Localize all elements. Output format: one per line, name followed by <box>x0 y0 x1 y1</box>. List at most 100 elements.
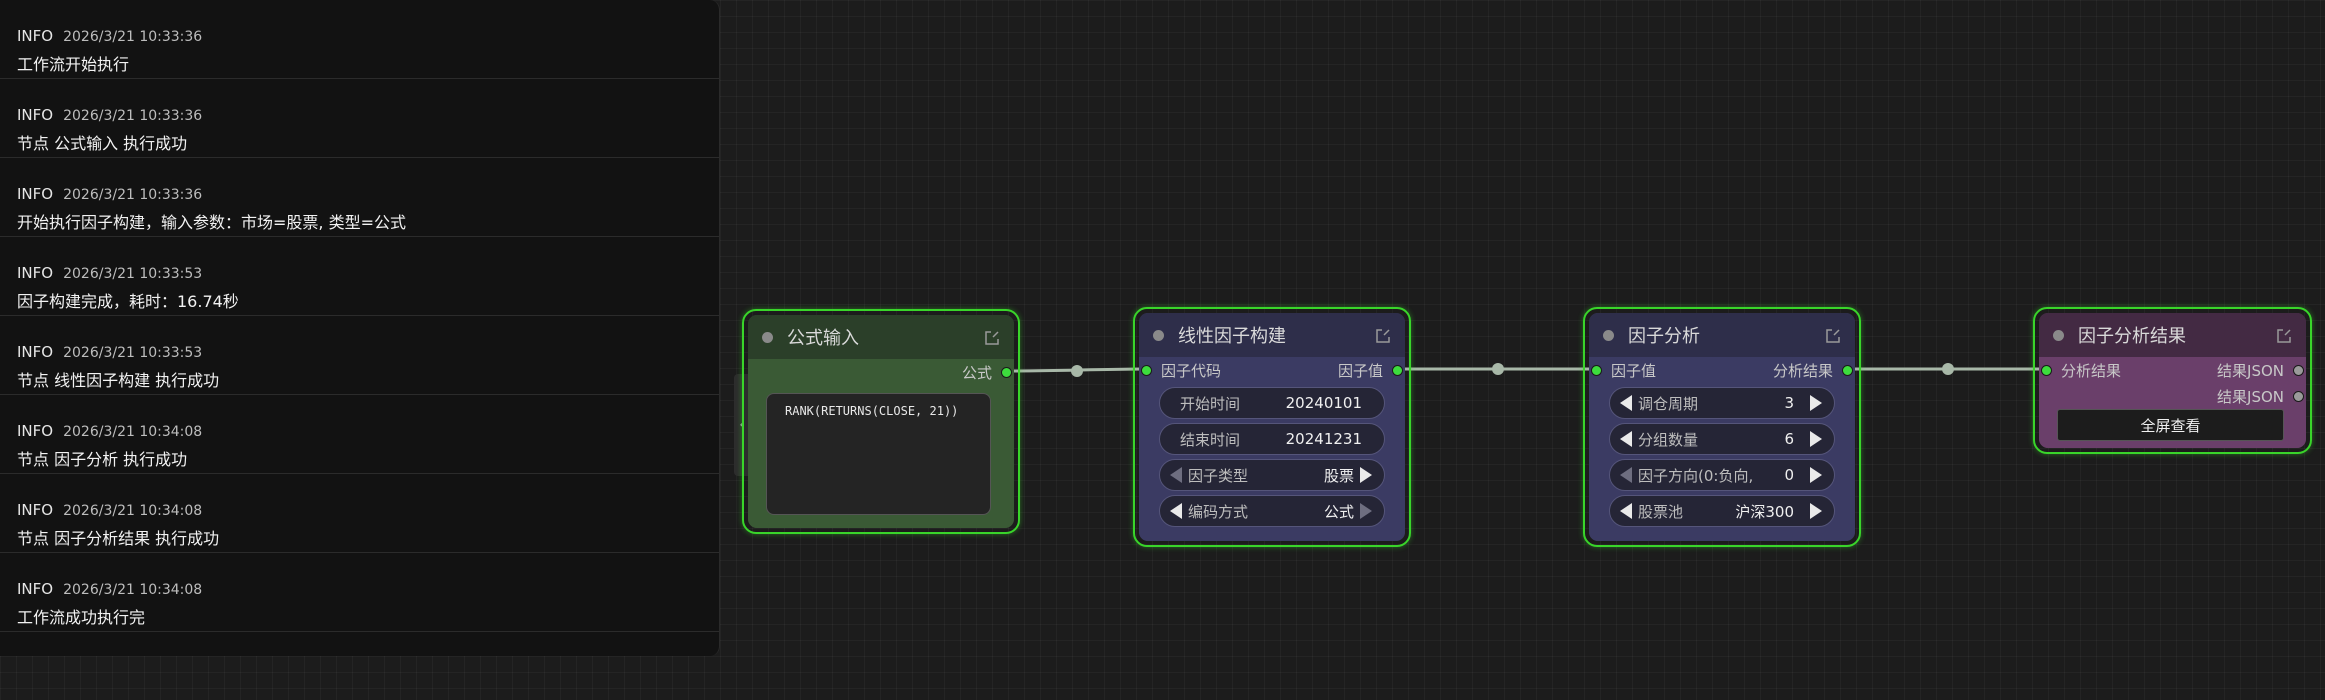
log-level: INFO <box>17 343 54 361</box>
log-header: INFO 2026/3/21 10:33:36 <box>17 105 719 126</box>
log-header: INFO 2026/3/21 10:34:08 <box>17 421 719 442</box>
log-level: INFO <box>17 422 54 440</box>
log-list: INFO 2026/3/21 10:33:36 工作流开始执行 INFO 2026/3/… <box>0 0 719 632</box>
stock-pool-combo[interactable]: 股票池 沪深300 <box>1609 495 1835 527</box>
node-title: 因子分析结果 <box>2078 326 2186 347</box>
log-entry: INFO 2026/3/21 10:34:08 节点 因子分析结果 执行成功 <box>0 474 719 553</box>
log-header: INFO 2026/3/21 10:33:53 <box>17 342 719 363</box>
edit-icon[interactable] <box>2276 328 2292 344</box>
arrow-right-icon[interactable] <box>1360 503 1372 519</box>
input-socket[interactable] <box>2041 365 2052 376</box>
arrow-left-icon[interactable] <box>1170 503 1182 519</box>
node-title: 线性因子构建 <box>1178 326 1286 347</box>
log-header: INFO 2026/3/21 10:34:08 <box>17 579 719 600</box>
log-timestamp: 2026/3/21 10:34:08 <box>63 503 203 519</box>
node-title: 公式输入 <box>787 328 859 349</box>
log-timestamp: 2026/3/21 10:33:36 <box>63 187 203 203</box>
arrow-right-icon[interactable] <box>1360 467 1372 483</box>
input-socket[interactable] <box>1141 365 1152 376</box>
input-socket[interactable] <box>1591 365 1602 376</box>
node-header[interactable]: 因子分析 <box>1589 313 1855 357</box>
formula-textarea[interactable]: RANK(RETURNS(CLOSE, 21)) <box>766 393 991 515</box>
log-entry: INFO 2026/3/21 10:33:36 节点 公式输入 执行成功 <box>0 79 719 158</box>
output-socket[interactable] <box>1842 365 1853 376</box>
log-timestamp: 2026/3/21 10:33:53 <box>63 266 203 282</box>
log-message: 节点 公式输入 执行成功 <box>17 134 188 153</box>
log-level: INFO <box>17 27 54 45</box>
output-socket-2[interactable] <box>2293 391 2304 402</box>
status-dot <box>1603 329 1614 341</box>
output-label-1: 结果JSON <box>2217 362 2284 380</box>
log-message: 节点 线性因子构建 执行成功 <box>17 371 220 390</box>
factor-type-combo[interactable]: 因子类型 股票 <box>1159 459 1385 491</box>
log-level: INFO <box>17 185 54 203</box>
output-label: 公式 <box>961 364 992 382</box>
arrow-left-icon[interactable] <box>1620 503 1632 519</box>
output-socket[interactable] <box>1392 365 1403 376</box>
node-factor-analysis[interactable]: 因子分析 因子值 分析结果 调仓周期 3 分组数量 6 因子方向(0:负向, 0… <box>1583 307 1861 547</box>
log-header: INFO 2026/3/21 10:33:36 <box>17 184 719 205</box>
log-header: INFO 2026/3/21 10:34:08 <box>17 500 719 521</box>
arrow-right-icon[interactable] <box>1810 431 1822 447</box>
log-timestamp: 2026/3/21 10:33:36 <box>63 108 203 124</box>
node-factor-result[interactable]: 因子分析结果 分析结果 结果JSON 结果JSON 全屏查看 <box>2033 307 2312 454</box>
log-entry: INFO 2026/3/21 10:33:53 因子构建完成，耗时：16.74秒 <box>0 237 719 316</box>
node-formula-input[interactable]: 公式输入 公式 RANK(RETURNS(CLOSE, 21)) <box>742 309 1020 534</box>
log-timestamp: 2026/3/21 10:34:08 <box>63 424 203 440</box>
log-message: 工作流开始执行 <box>17 55 130 74</box>
arrow-right-icon[interactable] <box>1810 395 1822 411</box>
input-label: 因子值 <box>1611 362 1657 380</box>
input-label: 因子代码 <box>1161 362 1222 380</box>
edit-icon[interactable] <box>1825 328 1841 344</box>
log-entry: INFO 2026/3/21 10:33:53 节点 线性因子构建 执行成功 <box>0 316 719 395</box>
end-time-field[interactable]: 结束时间 20241231 <box>1159 423 1385 455</box>
log-message: 工作流成功执行完 <box>17 608 146 627</box>
log-timestamp: 2026/3/21 10:34:08 <box>63 582 203 598</box>
node-header[interactable]: 因子分析结果 <box>2039 313 2306 357</box>
node-title: 因子分析 <box>1628 326 1700 347</box>
status-dot <box>762 331 773 343</box>
arrow-left-icon[interactable] <box>1620 467 1632 483</box>
log-entry: INFO 2026/3/21 10:33:36 开始执行因子构建，输入参数：市场=股… <box>0 158 719 237</box>
edit-icon[interactable] <box>1375 328 1391 344</box>
output-label: 因子值 <box>1337 362 1383 380</box>
log-level: INFO <box>17 501 54 519</box>
log-level: INFO <box>17 106 54 124</box>
log-header: INFO 2026/3/21 10:33:53 <box>17 263 719 284</box>
arrow-right-icon[interactable] <box>1810 503 1822 519</box>
log-message: 因子构建完成，耗时：16.74秒 <box>17 292 239 311</box>
edit-icon[interactable] <box>984 330 1000 346</box>
log-level: INFO <box>17 264 54 282</box>
encoding-combo[interactable]: 编码方式 公式 <box>1159 495 1385 527</box>
log-entry: INFO 2026/3/21 10:34:08 工作流成功执行完 <box>0 553 719 632</box>
log-panel: INFO 2026/3/21 10:33:36 工作流开始执行 INFO 2026/3/… <box>0 0 720 656</box>
log-timestamp: 2026/3/21 10:33:36 <box>63 29 203 45</box>
status-dot <box>2053 329 2064 341</box>
log-entry: INFO 2026/3/21 10:33:36 工作流开始执行 <box>0 0 719 79</box>
arrow-left-icon[interactable] <box>1170 467 1182 483</box>
node-header[interactable]: 线性因子构建 <box>1139 313 1405 357</box>
log-entry: INFO 2026/3/21 10:34:08 节点 因子分析 执行成功 <box>0 395 719 474</box>
log-header: INFO 2026/3/21 10:33:36 <box>17 26 719 47</box>
output-socket[interactable] <box>1001 367 1012 378</box>
rebalance-period-stepper[interactable]: 调仓周期 3 <box>1609 387 1835 419</box>
fullscreen-view-button[interactable]: 全屏查看 <box>2057 409 2284 441</box>
group-count-stepper[interactable]: 分组数量 6 <box>1609 423 1835 455</box>
factor-direction-stepper[interactable]: 因子方向(0:负向, 0 <box>1609 459 1835 491</box>
node-linear-factor[interactable]: 线性因子构建 因子代码 因子值 开始时间 20240101 结束时间 20241… <box>1133 307 1411 547</box>
log-timestamp: 2026/3/21 10:33:53 <box>63 345 203 361</box>
log-message: 节点 因子分析 执行成功 <box>17 450 188 469</box>
node-header[interactable]: 公式输入 <box>748 315 1014 359</box>
output-label: 分析结果 <box>1772 362 1833 380</box>
start-time-field[interactable]: 开始时间 20240101 <box>1159 387 1385 419</box>
log-message: 节点 因子分析结果 执行成功 <box>17 529 220 548</box>
input-label: 分析结果 <box>2061 362 2122 380</box>
output-label-2: 结果JSON <box>2217 388 2284 406</box>
arrow-right-icon[interactable] <box>1810 467 1822 483</box>
arrow-left-icon[interactable] <box>1620 431 1632 447</box>
output-socket-1[interactable] <box>2293 365 2304 376</box>
arrow-left-icon[interactable] <box>1620 395 1632 411</box>
status-dot <box>1153 329 1164 341</box>
log-level: INFO <box>17 580 54 598</box>
log-message: 开始执行因子构建，输入参数：市场=股票, 类型=公式 <box>17 213 406 232</box>
